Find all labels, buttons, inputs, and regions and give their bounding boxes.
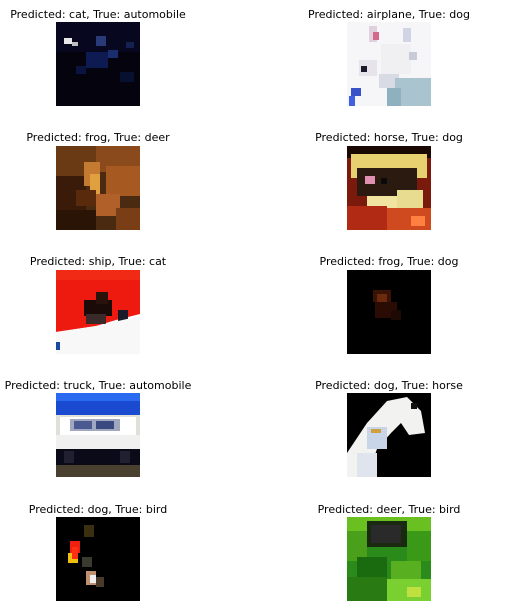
- panel-title: Predicted: dog, True: bird: [28, 503, 168, 516]
- panel-title: Predicted: horse, True: dog: [315, 131, 463, 144]
- panel-title: Predicted: airplane, True: dog: [308, 8, 470, 21]
- panel-title: Predicted: frog, True: deer: [26, 131, 170, 144]
- thumbnail-image: [347, 146, 431, 230]
- thumbnail-image: [56, 270, 140, 354]
- thumbnail-image: [347, 270, 431, 354]
- thumbnail-image: [56, 393, 140, 477]
- panel-title: Predicted: ship, True: cat: [29, 255, 167, 268]
- thumbnail-image: [56, 146, 140, 230]
- thumbnail-image: [347, 517, 431, 601]
- thumbnail-image: [56, 22, 140, 106]
- thumbnail-image: [347, 393, 431, 477]
- thumbnail-image: [347, 22, 431, 106]
- panel-title: Predicted: frog, True: dog: [319, 255, 459, 268]
- panel-title: Predicted: truck, True: automobile: [4, 379, 192, 392]
- panel-title: Predicted: cat, True: automobile: [10, 8, 186, 21]
- panel-title: Predicted: dog, True: horse: [315, 379, 463, 392]
- thumbnail-image: [56, 517, 140, 601]
- panel-title: Predicted: deer, True: bird: [317, 503, 461, 516]
